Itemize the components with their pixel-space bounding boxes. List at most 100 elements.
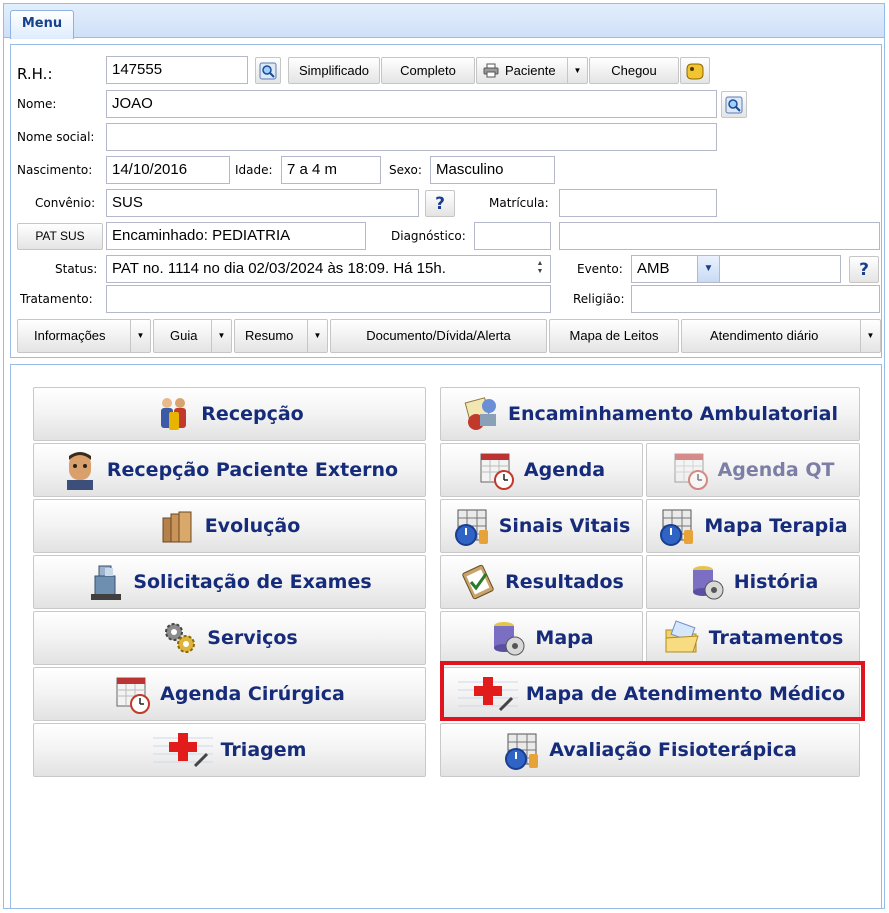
resumo-label: Resumo: [245, 328, 294, 343]
tratamento-label: Tratamento:: [20, 292, 93, 306]
mapa-atendimento-label: Mapa de Atendimento Médico: [525, 683, 846, 705]
guia-label: Guia: [170, 328, 198, 343]
diagnostico-label: Diagnóstico:: [391, 229, 466, 243]
chegou-button[interactable]: Chegou: [589, 57, 679, 84]
idade-input[interactable]: 7 a 4 m: [281, 156, 381, 184]
nome-label: Nome:: [17, 97, 57, 111]
servicos-button[interactable]: Serviços: [33, 611, 426, 665]
atendimento-diario-label: Atendimento diário: [710, 328, 819, 343]
evolucao-label: Evolução: [204, 515, 301, 537]
people-icon: [161, 398, 187, 430]
question-icon: ?: [859, 259, 869, 280]
religiao-input[interactable]: [631, 285, 880, 313]
menu-panel: Recepção Encaminhamento Ambulatorial Rec…: [10, 364, 882, 909]
calendar-clock-icon: [116, 677, 151, 714]
clipboard-check-icon: [462, 564, 494, 600]
recepcao-externo-label: Recepção Paciente Externo: [106, 459, 399, 481]
hand-icon: [686, 63, 704, 79]
atendimento-diario-button[interactable]: Atendimento diário ▼: [681, 319, 881, 353]
mapa-atendimento-medico-button[interactable]: Mapa de Atendimento Médico: [443, 667, 860, 721]
evento-extra-input[interactable]: [719, 255, 841, 283]
evento-value: AMB: [637, 260, 670, 277]
mapa-label: Mapa: [535, 627, 594, 649]
matricula-label: Matrícula:: [489, 196, 549, 210]
diagnostico-input[interactable]: [474, 222, 551, 250]
nome-input[interactable]: JOAO: [106, 90, 717, 118]
paciente-dropdown-arrow[interactable]: ▼: [567, 58, 587, 83]
tratamentos-button[interactable]: Tratamentos: [646, 611, 860, 665]
servicos-label: Serviços: [207, 627, 298, 649]
tab-menu[interactable]: Menu: [10, 10, 74, 39]
status-spinner[interactable]: ▲ ▼: [534, 260, 546, 278]
evolucao-button[interactable]: Evolução: [33, 499, 426, 553]
chegou-icon-button[interactable]: [680, 57, 710, 84]
rh-search-button[interactable]: [255, 57, 281, 84]
resumo-button[interactable]: Resumo ▼: [234, 319, 328, 353]
informacoes-button[interactable]: Informações ▼: [17, 319, 151, 353]
mapa-de-leitos-button[interactable]: Mapa de Leitos: [549, 319, 679, 353]
triagem-button[interactable]: Triagem: [33, 723, 426, 777]
mapa-terapia-button[interactable]: Mapa Terapia: [646, 499, 860, 553]
guia-button[interactable]: Guia ▼: [153, 319, 232, 353]
avaliacao-fisioterapica-button[interactable]: Avaliação Fisioterápica: [440, 723, 860, 777]
mapa-terapia-label: Mapa Terapia: [704, 515, 848, 537]
completo-button[interactable]: Completo: [381, 57, 475, 84]
grid-clock-icon: [660, 509, 694, 546]
printer-icon: [483, 63, 499, 78]
agenda-cirurgica-label: Agenda Cirúrgica: [160, 683, 345, 705]
historia-button[interactable]: História: [646, 555, 860, 609]
medical-cross-icon: [152, 733, 213, 768]
recepcao-button[interactable]: Recepção: [33, 387, 426, 441]
evento-dropdown-arrow[interactable]: ▼: [697, 256, 719, 282]
sinais-vitais-button[interactable]: Sinais Vitais: [440, 499, 643, 553]
search-icon: [725, 96, 743, 113]
paciente-button[interactable]: Paciente ▼: [476, 57, 588, 84]
atendimento-diario-dropdown-arrow[interactable]: ▼: [860, 320, 880, 352]
status-input[interactable]: PAT no. 1114 no dia 02/03/2024 às 18:09.…: [106, 255, 551, 283]
resultados-button[interactable]: Resultados: [440, 555, 643, 609]
guia-dropdown-arrow[interactable]: ▼: [211, 320, 231, 352]
agenda-label: Agenda: [523, 459, 606, 481]
chevron-up-icon: ▲: [536, 260, 544, 267]
chevron-down-icon: ▼: [866, 331, 875, 340]
encaminhamento-ambulatorial-button[interactable]: Encaminhamento Ambulatorial: [440, 387, 860, 441]
diagnostico-extra-input[interactable]: [559, 222, 880, 250]
pat-sus-button[interactable]: PAT SUS: [17, 223, 103, 250]
idade-label: Idade:: [235, 163, 273, 177]
mapa-button[interactable]: Mapa: [440, 611, 643, 665]
nome-social-label: Nome social:: [17, 130, 95, 144]
matricula-input[interactable]: [559, 189, 717, 217]
agenda-button[interactable]: Agenda: [440, 443, 643, 497]
evento-help-button[interactable]: ?: [849, 256, 879, 283]
database-cd-icon: [494, 622, 525, 656]
nascimento-input[interactable]: 14/10/2016: [106, 156, 230, 184]
chevron-down-icon: ▼: [136, 331, 145, 340]
database-cd-icon: [692, 566, 724, 600]
convenio-help-button[interactable]: ?: [425, 190, 455, 217]
recepcao-label: Recepção: [201, 403, 304, 425]
sinais-vitais-label: Sinais Vitais: [498, 515, 631, 537]
simplificado-button[interactable]: Simplificado: [288, 57, 380, 84]
nome-social-input[interactable]: [106, 123, 717, 151]
grid-clock-icon: [505, 733, 539, 770]
documento-divida-alerta-button[interactable]: Documento/Dívida/Alerta: [330, 319, 547, 353]
tratamento-input[interactable]: [106, 285, 551, 313]
rh-input[interactable]: 147555: [106, 56, 248, 84]
agenda-cirurgica-button[interactable]: Agenda Cirúrgica: [33, 667, 426, 721]
folders-icon: [162, 511, 192, 543]
resumo-dropdown-arrow[interactable]: ▼: [307, 320, 327, 352]
recepcao-paciente-externo-button[interactable]: Recepção Paciente Externo: [33, 443, 426, 497]
solicitacao-exames-button[interactable]: Solicitação de Exames: [33, 555, 426, 609]
paciente-label: Paciente: [505, 63, 556, 78]
nome-search-button[interactable]: [721, 91, 747, 118]
avaliacao-fisio-label: Avaliação Fisioterápica: [549, 739, 797, 761]
resultados-label: Resultados: [505, 571, 624, 593]
evento-select[interactable]: AMB ▼: [631, 255, 720, 283]
pat-sus-input[interactable]: Encaminhado: PEDIATRIA: [106, 222, 366, 250]
sexo-input[interactable]: Masculino: [430, 156, 555, 184]
chevron-down-icon: ▼: [703, 263, 714, 274]
encaminhamento-label: Encaminhamento Ambulatorial: [507, 403, 839, 425]
agenda-qt-button[interactable]: Agenda QT: [646, 443, 860, 497]
informacoes-dropdown-arrow[interactable]: ▼: [130, 320, 150, 352]
convenio-input[interactable]: SUS: [106, 189, 419, 217]
